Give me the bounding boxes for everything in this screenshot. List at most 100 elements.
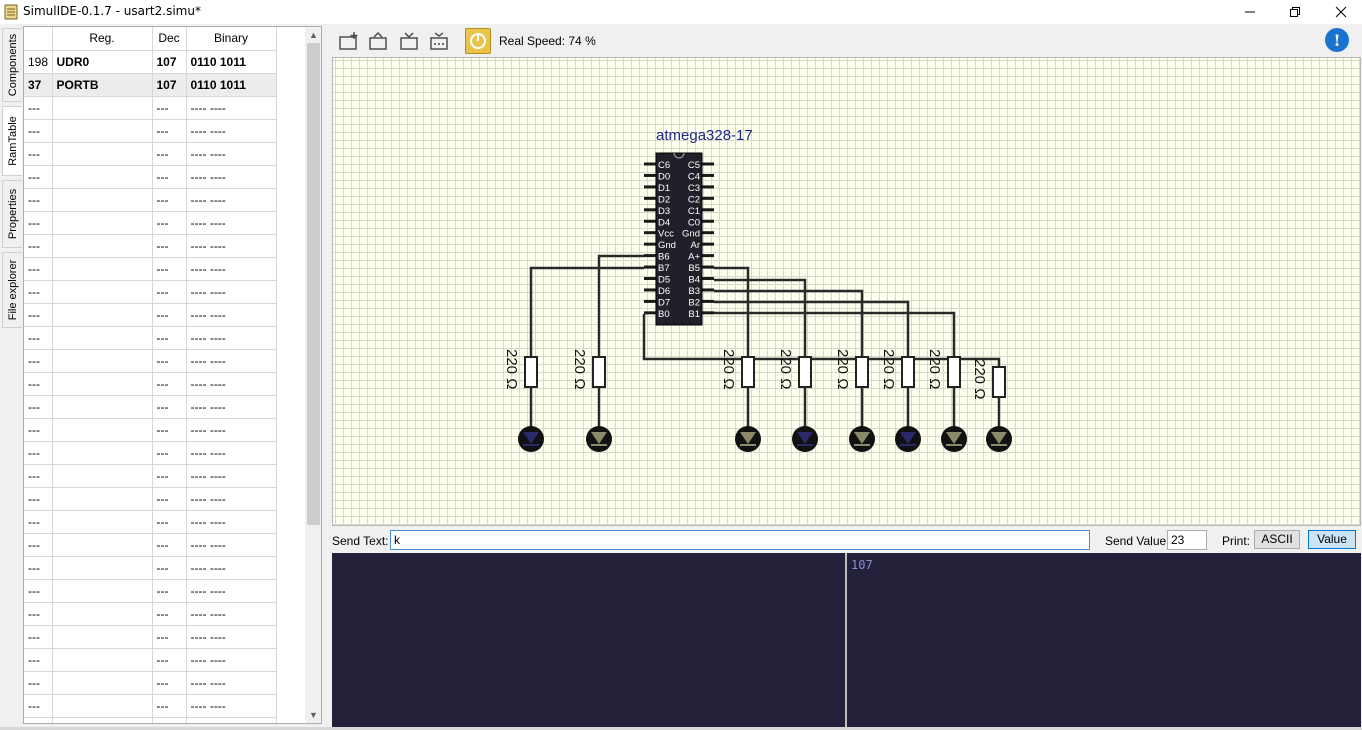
table-cell-reg[interactable]: PORTB — [52, 73, 153, 97]
circuit-canvas[interactable]: atmega328-17 C6 D0 D1 D2 D3 D4 Vcc Gnd B6 B7 D5 D6 D7… — [332, 57, 1361, 526]
scroll-up-icon[interactable]: ▲ — [305, 27, 321, 43]
table-cell-address[interactable]: --- — [24, 556, 53, 580]
column-header-reg[interactable]: Reg. — [52, 27, 153, 51]
table-cell-dec[interactable]: --- — [152, 119, 187, 143]
ascii-button[interactable]: ASCII — [1254, 530, 1300, 549]
table-row[interactable]: ---------- ---- — [24, 418, 277, 442]
table-cell-address[interactable]: --- — [24, 188, 53, 212]
table-row[interactable]: ---------- ---- — [24, 671, 277, 695]
table-cell-binary[interactable]: ---- ---- — [186, 625, 277, 649]
table-cell-binary[interactable]: ---- ---- — [186, 671, 277, 695]
table-cell-dec[interactable]: --- — [152, 418, 187, 442]
table-cell-address[interactable]: --- — [24, 487, 53, 511]
table-row[interactable]: ---------- ---- — [24, 280, 277, 304]
column-header-dec[interactable]: Dec — [152, 27, 187, 51]
table-cell-binary[interactable]: 0110 1011 — [186, 73, 277, 97]
table-row[interactable]: ---------- ---- — [24, 211, 277, 235]
table-cell-address[interactable]: --- — [24, 349, 53, 373]
table-cell-reg[interactable] — [52, 579, 153, 603]
table-cell-address[interactable]: --- — [24, 579, 53, 603]
table-cell-dec[interactable]: --- — [152, 188, 187, 212]
table-cell-address[interactable]: --- — [24, 671, 53, 695]
table-cell-reg[interactable]: UDR0 — [52, 50, 153, 74]
table-cell-binary[interactable]: ---- ---- — [186, 418, 277, 442]
table-row[interactable]: ---------- ---- — [24, 648, 277, 672]
table-cell-address[interactable]: --- — [24, 234, 53, 258]
table-row[interactable]: ---------- ---- — [24, 142, 277, 166]
table-cell-reg[interactable] — [52, 418, 153, 442]
table-cell-reg[interactable] — [52, 533, 153, 557]
tab-properties[interactable]: Properties — [2, 180, 22, 248]
table-cell-reg[interactable] — [52, 326, 153, 350]
table-cell-address[interactable]: --- — [24, 142, 53, 166]
table-cell-dec[interactable]: --- — [152, 280, 187, 304]
table-row[interactable]: ---------- ---- — [24, 257, 277, 281]
table-cell-reg[interactable] — [52, 349, 153, 373]
table-cell-dec[interactable]: --- — [152, 303, 187, 327]
table-cell-reg[interactable] — [52, 96, 153, 120]
table-cell-binary[interactable]: ---- ---- — [186, 119, 277, 143]
table-cell-reg[interactable] — [52, 142, 153, 166]
table-cell-reg[interactable] — [52, 303, 153, 327]
table-cell-reg[interactable] — [52, 441, 153, 465]
table-cell-address[interactable]: --- — [24, 119, 53, 143]
table-cell-address[interactable]: --- — [24, 165, 53, 189]
table-cell-binary[interactable]: ---- ---- — [186, 349, 277, 373]
table-cell-binary[interactable]: ---- ---- — [186, 211, 277, 235]
table-row[interactable]: ---------- ---- — [24, 487, 277, 511]
table-cell-reg[interactable] — [52, 165, 153, 189]
table-cell-reg[interactable] — [52, 717, 153, 723]
table-cell-binary[interactable]: ---- ---- — [186, 303, 277, 327]
table-cell-binary[interactable]: ---- ---- — [186, 188, 277, 212]
table-cell-dec[interactable]: --- — [152, 257, 187, 281]
table-cell-reg[interactable] — [52, 395, 153, 419]
table-cell-binary[interactable]: ---- ---- — [186, 280, 277, 304]
table-cell-binary[interactable]: ---- ---- — [186, 602, 277, 626]
scrollbar-thumb[interactable] — [307, 43, 320, 525]
table-cell-dec[interactable]: --- — [152, 441, 187, 465]
table-cell-dec[interactable]: --- — [152, 234, 187, 258]
table-row[interactable]: ---------- ---- — [24, 96, 277, 120]
table-cell-reg[interactable] — [52, 464, 153, 488]
table-cell-reg[interactable] — [52, 211, 153, 235]
table-row[interactable]: ---------- ---- — [24, 372, 277, 396]
table-cell-reg[interactable] — [52, 694, 153, 718]
table-cell-binary[interactable]: ---- ---- — [186, 372, 277, 396]
scroll-down-icon[interactable]: ▼ — [305, 707, 321, 723]
table-row[interactable]: ---------- ---- — [24, 533, 277, 557]
table-cell-dec[interactable]: --- — [152, 717, 187, 723]
table-cell-dec[interactable]: --- — [152, 372, 187, 396]
table-cell-dec[interactable]: --- — [152, 671, 187, 695]
table-cell-reg[interactable] — [52, 625, 153, 649]
tab-file-explorer[interactable]: File explorer — [2, 252, 22, 328]
table-row[interactable]: ---------- ---- — [24, 165, 277, 189]
table-row[interactable]: ---------- ---- — [24, 119, 277, 143]
table-cell-binary[interactable]: ---- ---- — [186, 326, 277, 350]
table-cell-binary[interactable]: ---- ---- — [186, 487, 277, 511]
new-circuit-button[interactable] — [337, 29, 361, 53]
table-cell-binary[interactable]: ---- ---- — [186, 165, 277, 189]
table-row[interactable]: 198 UDR0 107 0110 1011 — [24, 50, 277, 74]
table-cell-address[interactable]: --- — [24, 418, 53, 442]
table-cell-binary[interactable]: ---- ---- — [186, 717, 277, 723]
table-cell-address[interactable]: --- — [24, 441, 53, 465]
table-cell-binary[interactable]: ---- ---- — [186, 464, 277, 488]
table-cell-binary[interactable]: ---- ---- — [186, 257, 277, 281]
table-cell-reg[interactable] — [52, 257, 153, 281]
table-cell-dec[interactable]: --- — [152, 556, 187, 580]
table-row[interactable]: ---------- ---- — [24, 234, 277, 258]
table-cell-dec[interactable]: --- — [152, 96, 187, 120]
table-cell-reg[interactable] — [52, 188, 153, 212]
table-row[interactable]: ---------- ---- — [24, 441, 277, 465]
table-cell-address[interactable]: --- — [24, 625, 53, 649]
table-row[interactable]: ---------- ---- — [24, 303, 277, 327]
table-cell-reg[interactable] — [52, 648, 153, 672]
table-cell-address[interactable]: --- — [24, 326, 53, 350]
table-row[interactable]: 37 PORTB 107 0110 1011 — [24, 73, 277, 97]
save-circuit-button[interactable] — [398, 29, 422, 53]
table-cell-dec[interactable]: --- — [152, 464, 187, 488]
table-cell-address[interactable]: --- — [24, 257, 53, 281]
table-cell-dec[interactable]: --- — [152, 533, 187, 557]
table-cell-address[interactable]: --- — [24, 96, 53, 120]
table-cell-reg[interactable] — [52, 510, 153, 534]
